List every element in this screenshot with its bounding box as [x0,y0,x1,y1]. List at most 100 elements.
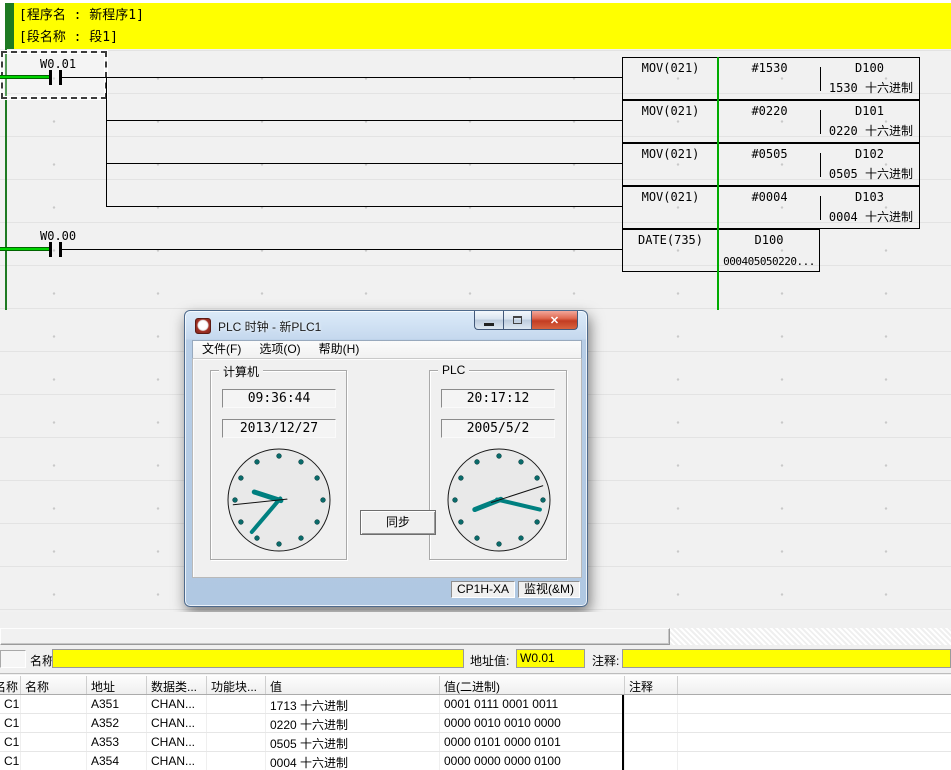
dialog-menubar: 文件(F) 选项(O) 帮助(H) [192,340,582,359]
clock-app-icon [195,318,211,334]
col-name[interactable]: 名称 [21,676,87,694]
cell-value[interactable]: 0220 十六进制 [266,714,440,732]
cell-plc-name[interactable]: C1 [0,695,21,713]
cell-plc-name[interactable]: C1 [0,752,21,770]
address-input[interactable]: W0.01 [516,649,585,668]
cell-functionblock[interactable] [207,695,266,713]
monitor-mode-status: 监视(&M) [518,581,580,598]
branch-wire-2 [106,120,622,121]
rung-number-box [0,650,26,668]
plc-clock-group: PLC 20:17:12 2005/5/2 [429,370,567,560]
cell-value-binary[interactable]: 0001 0111 0001 0011 [440,695,625,713]
cell-value-binary[interactable]: 0000 0000 0000 0100 [440,752,625,770]
watch-row[interactable]: C1 A354 CHAN... 0004 十六进制 0000 0000 0000… [0,752,951,770]
bottom-panel: 名称: 地址值: W0.01 注释: 名称 名称 地址 数据类... 功能块..… [0,612,951,770]
operand-source: #0004 [719,190,820,204]
instruction-mnemonic: MOV(021) [623,144,719,185]
watch-row[interactable]: C1 A351 CHAN... 1713 十六进制 0001 0111 0001… [0,695,951,714]
cell-value-binary[interactable]: 0000 0101 0000 0101 [440,733,625,751]
col-functionblock[interactable]: 功能块... [207,676,266,694]
watch-row[interactable]: C1 A353 CHAN... 0505 十六进制 0000 0101 0000… [0,733,951,752]
watch-row[interactable]: C1 A352 CHAN... 0220 十六进制 0000 0010 0010… [0,714,951,733]
cell-address[interactable]: A352 [87,714,147,732]
cell-datatype[interactable]: CHAN... [147,695,207,713]
plc-clock-dialog: PLC 时钟 - 新PLC1 ✕ 文件(F) 选项(O) 帮助(H) 计算机 0… [184,310,588,607]
mov-instruction-block[interactable]: MOV(021) #0505D1020505 十六进制 [622,143,920,186]
col-filler [678,676,951,694]
mov-instruction-block[interactable]: MOV(021) #1530D1001530 十六进制 [622,57,920,100]
monitor-value: 1530 十六进制 [829,79,913,96]
cell-comment[interactable] [625,752,678,770]
operand-divider [820,153,821,177]
dialog-titlebar[interactable]: PLC 时钟 - 新PLC1 ✕ [185,311,587,340]
contact-symbol-left[interactable] [49,70,52,85]
dialog-statusbar: CP1H-XA 监视(&M) [192,579,582,600]
col-value[interactable]: 值 [266,676,440,694]
symbol-bar: 名称: 地址值: W0.01 注释: [0,646,951,672]
cell-plc-name[interactable]: C1 [0,733,21,751]
operand-divider [820,67,821,91]
cell-comment[interactable] [625,733,678,751]
date-instruction-block[interactable]: DATE(735) D100000405050220... [622,229,820,272]
cell-value[interactable]: 1713 十六进制 [266,695,440,713]
computer-clock-group: 计算机 09:36:44 2013/12/27 [210,370,347,560]
cell-name[interactable] [21,714,87,732]
group-label: 计算机 [219,363,263,380]
instruction-mnemonic: MOV(021) [623,58,719,99]
cell-datatype[interactable]: CHAN... [147,752,207,770]
menu-file[interactable]: 文件(F) [193,340,250,359]
operand-source: #0505 [719,147,820,161]
comment-input[interactable] [622,649,951,668]
cell-name[interactable] [21,752,87,770]
cell-functionblock[interactable] [207,733,266,751]
col-value-binary[interactable]: 值(二进制) [440,676,625,694]
cell-address[interactable]: A351 [87,695,147,713]
section-name-line: [段名称 : 段1] [19,27,118,48]
cell-name[interactable] [21,733,87,751]
computer-date-field: 2013/12/27 [222,419,336,438]
minimize-icon [484,323,494,326]
cell-datatype[interactable]: CHAN... [147,733,207,751]
cell-value-binary[interactable]: 0000 0010 0010 0000 [440,714,625,732]
cell-comment[interactable] [625,714,678,732]
cell-name[interactable] [21,695,87,713]
power-flow-segment [0,247,49,251]
contact-label[interactable]: W0.01 [40,57,76,71]
scrollbar-thumb[interactable] [0,628,670,645]
col-comment[interactable]: 注释 [625,676,678,694]
operand-destination: D100 [820,61,919,75]
cell-value[interactable]: 0004 十六进制 [266,752,440,770]
name-input[interactable] [52,649,464,668]
col-datatype[interactable]: 数据类... [147,676,207,694]
menu-help[interactable]: 帮助(H) [310,340,369,359]
comment-label: 注释: [592,652,619,669]
dialog-title: PLC 时钟 - 新PLC1 [218,318,321,335]
cell-functionblock[interactable] [207,752,266,770]
cell-functionblock[interactable] [207,714,266,732]
plc-programmer-screen: [程序名 : 新程序1] [段名称 : 段1] W0.01 W0.00 MOV(… [0,0,951,770]
sync-button[interactable]: 同步 [360,510,436,535]
instruction-mnemonic: DATE(735) [623,230,719,271]
watch-window: 名称 名称 地址 数据类... 功能块... 值 值(二进制) 注释 C1 A3… [0,676,951,770]
plc-date-field: 2005/5/2 [441,419,555,438]
menu-options[interactable]: 选项(O) [250,340,309,359]
close-icon: ✕ [550,314,559,327]
cell-comment[interactable] [625,695,678,713]
mov-instruction-block[interactable]: MOV(021) #0220D1010220 十六进制 [622,100,920,143]
col-plc-name[interactable]: 名称 [0,680,18,694]
operand-destination: D103 [820,190,919,204]
close-button[interactable]: ✕ [531,311,578,330]
horizontal-scrollbar[interactable] [0,628,951,645]
mov-instruction-block[interactable]: MOV(021) #0004D1030004 十六进制 [622,186,920,229]
cell-address[interactable]: A353 [87,733,147,751]
contact-label[interactable]: W0.00 [40,229,76,243]
maximize-button[interactable] [503,311,531,330]
minimize-button[interactable] [474,311,503,330]
col-address[interactable]: 地址 [87,676,147,694]
cell-value[interactable]: 0505 十六进制 [266,733,440,751]
cell-plc-name[interactable]: C1 [0,714,21,732]
cell-datatype[interactable]: CHAN... [147,714,207,732]
cell-address[interactable]: A354 [87,752,147,770]
instruction-mnemonic: MOV(021) [623,187,719,228]
contact-symbol-left[interactable] [49,242,52,257]
